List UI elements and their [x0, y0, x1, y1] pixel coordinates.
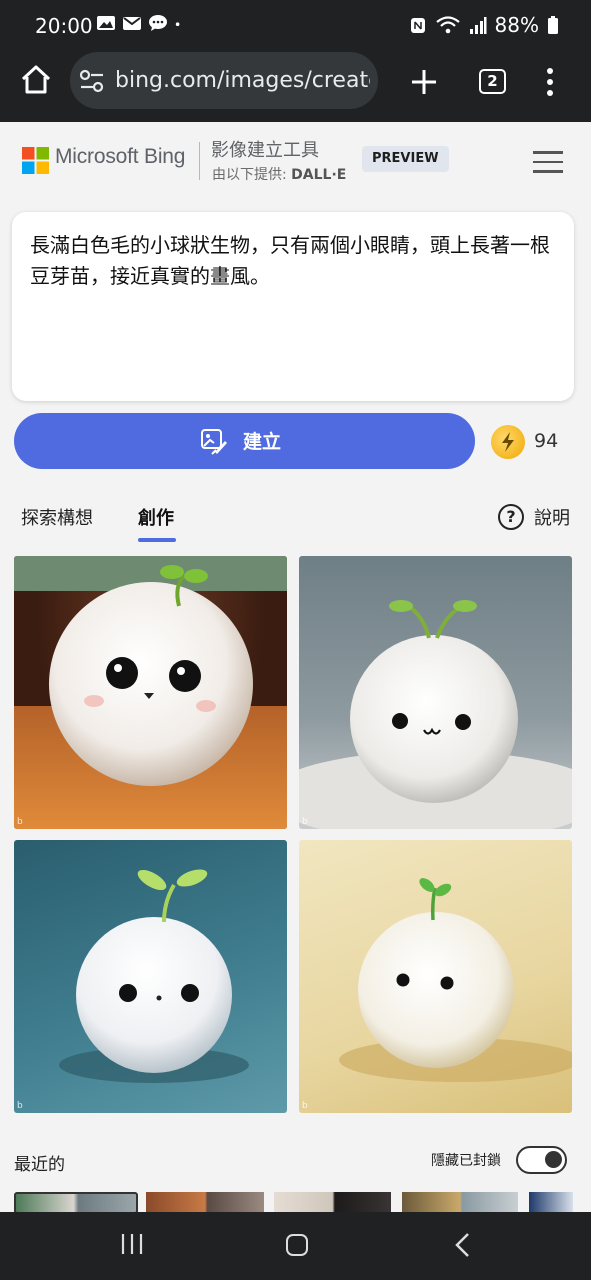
signal-icon	[469, 17, 487, 34]
help-link[interactable]: 說明	[534, 504, 570, 530]
tab-explore[interactable]: 探索構想	[21, 504, 93, 530]
mail-icon	[123, 17, 141, 30]
notification-icons	[96, 14, 186, 32]
recent-thumbnails	[14, 1192, 591, 1212]
chat-icon	[149, 15, 167, 31]
bing-watermark-icon: b	[302, 817, 308, 827]
system-icons: 88%	[409, 13, 559, 37]
back-icon[interactable]	[452, 1232, 474, 1258]
recent-thumbnail[interactable]	[274, 1192, 391, 1212]
prompt-input[interactable]: 長滿白色毛的小球狀生物，只有兩個小眼睛，頭上長著一根豆芽苗，接近真實的畫風。	[12, 212, 574, 401]
preview-badge: PREVIEW	[362, 146, 449, 172]
provider-prefix: 由以下提供:	[212, 167, 287, 183]
home-nav-icon[interactable]	[286, 1234, 308, 1256]
more-menu-icon[interactable]	[540, 64, 560, 100]
hamburger-menu-icon[interactable]	[533, 151, 563, 173]
dot-icon	[175, 22, 180, 26]
header-divider	[199, 142, 200, 180]
address-row: bing.com/images/create 2	[0, 52, 591, 112]
hide-blocked-toggle[interactable]	[516, 1146, 567, 1174]
status-bar: 20:00 88%	[0, 0, 591, 52]
hide-blocked-label: 隱藏已封鎖	[431, 1153, 501, 1169]
help-icon[interactable]: ?	[498, 504, 524, 530]
bing-header: Microsoft Bing 影像建立工具 由以下提供: DALL·E PREV…	[0, 122, 591, 200]
bing-watermark-icon: b	[302, 1101, 308, 1111]
prompt-text[interactable]: 長滿白色毛的小球狀生物，只有兩個小眼睛，頭上長著一根豆芽苗，接近真實的畫風。	[30, 230, 555, 292]
result-image-2[interactable]: b	[299, 556, 572, 829]
result-image-1[interactable]: b	[14, 556, 287, 829]
recent-label: 最近的	[14, 1155, 65, 1175]
create-label: 建立	[243, 431, 282, 453]
bing-watermark-icon: b	[17, 817, 23, 827]
system-nav-bar	[0, 1212, 591, 1280]
bing-watermark-icon: b	[17, 1101, 23, 1111]
image-icon	[97, 16, 115, 30]
boost-count: 94	[534, 430, 559, 452]
screen: 20:00 88% bing.com/images/create 2 Micro…	[0, 0, 591, 1280]
recent-thumbnail[interactable]	[402, 1192, 518, 1212]
page-title: 影像建立工具	[211, 140, 319, 161]
tab-create[interactable]: 創作	[138, 504, 174, 530]
recent-thumbnail[interactable]	[529, 1192, 573, 1212]
recent-apps-icon[interactable]	[118, 1232, 146, 1256]
tab-switcher-button[interactable]: 2	[479, 69, 506, 94]
home-icon[interactable]	[18, 62, 54, 98]
browser-chrome: 20:00 88% bing.com/images/create 2	[0, 0, 591, 122]
result-image-3[interactable]: b	[14, 840, 287, 1113]
url-text[interactable]: bing.com/images/create	[115, 68, 370, 93]
wifi-icon	[435, 16, 460, 34]
toggle-knob	[545, 1151, 562, 1168]
provider-line: 由以下提供: DALL·E	[212, 164, 346, 184]
create-button[interactable]: 建立	[14, 413, 475, 469]
recent-thumbnail[interactable]	[14, 1192, 138, 1212]
nfc-icon	[410, 18, 425, 33]
address-bar[interactable]: bing.com/images/create	[70, 52, 378, 109]
new-tab-icon[interactable]	[406, 64, 442, 100]
site-settings-icon[interactable]	[78, 68, 106, 94]
battery-percent: 88%	[494, 13, 539, 37]
active-tab-indicator	[138, 538, 176, 542]
image-create-icon	[201, 429, 227, 455]
boost-coin-icon[interactable]	[491, 425, 525, 459]
provider-name: DALL·E	[291, 167, 347, 183]
recent-thumbnail[interactable]	[146, 1192, 264, 1212]
brand-name[interactable]: Microsoft Bing	[55, 145, 185, 169]
battery-icon	[548, 16, 558, 34]
microsoft-logo-icon[interactable]	[22, 147, 49, 174]
result-image-4[interactable]: b	[299, 840, 572, 1113]
status-time: 20:00	[35, 14, 93, 38]
